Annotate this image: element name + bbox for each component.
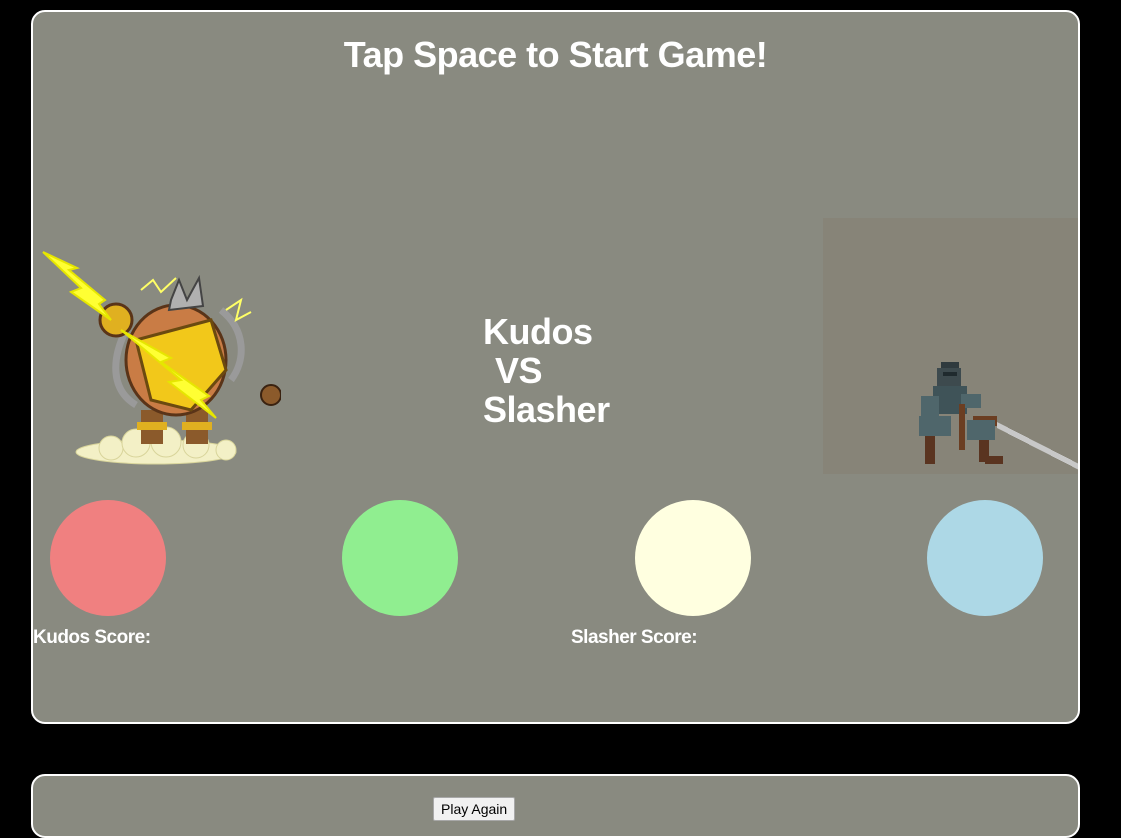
kudos-character-sprite xyxy=(42,251,281,465)
game-panel: Tap Space to Start Game! Kudos VS Slashe… xyxy=(31,10,1080,724)
slasher-score: Slasher Score: xyxy=(571,627,701,649)
vs-label: VS xyxy=(495,350,543,391)
play-again-button[interactable]: Play Again xyxy=(433,797,516,821)
slasher-character-sprite xyxy=(919,362,1078,470)
versus-text: Kudos VS Slasher xyxy=(483,312,610,429)
kudos-score-label: Kudos Score: xyxy=(33,627,151,648)
slasher-score-label: Slasher Score: xyxy=(571,627,698,648)
green-pad-button[interactable] xyxy=(342,500,458,616)
player1-name: Kudos xyxy=(483,311,593,352)
controls-panel: Play Again xyxy=(31,774,1080,838)
red-pad-button[interactable] xyxy=(50,500,166,616)
kudos-score: Kudos Score: xyxy=(33,627,155,649)
game-title: Tap Space to Start Game! xyxy=(343,34,768,75)
blue-pad-button[interactable] xyxy=(927,500,1043,616)
player2-name: Slasher xyxy=(483,389,610,430)
yellow-pad-button[interactable] xyxy=(635,500,751,616)
